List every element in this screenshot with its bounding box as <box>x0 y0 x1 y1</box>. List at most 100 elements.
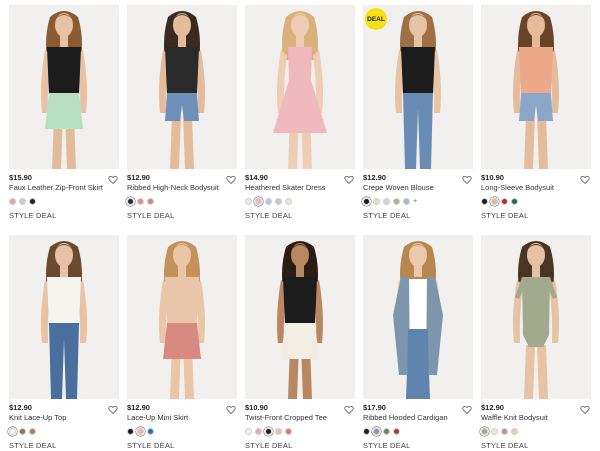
wishlist-heart-icon[interactable] <box>344 402 354 415</box>
color-swatch[interactable] <box>383 428 390 435</box>
product-title[interactable]: Long-Sleeve Bodysuit <box>481 183 591 193</box>
product-image[interactable] <box>481 235 591 399</box>
color-swatch[interactable] <box>393 198 400 205</box>
model-photo <box>513 241 559 399</box>
color-swatch[interactable] <box>29 428 36 435</box>
color-swatch[interactable] <box>491 198 498 205</box>
style-deal-label: STYLE DEAL <box>245 441 293 450</box>
garment-jeans <box>407 329 429 399</box>
wishlist-heart-icon[interactable] <box>462 402 472 415</box>
color-swatch[interactable] <box>363 198 370 205</box>
color-swatch[interactable] <box>481 428 488 435</box>
garment-top <box>47 47 81 95</box>
color-swatch[interactable] <box>245 428 252 435</box>
product-card[interactable]: $12.90 Knit Lace-Up Top STYLE DEAL <box>9 235 119 451</box>
wishlist-heart-icon[interactable] <box>580 172 590 185</box>
color-swatches <box>481 427 591 436</box>
color-swatches <box>127 427 237 436</box>
product-title[interactable]: Twist-Front Cropped Tee <box>245 413 355 423</box>
product-title[interactable]: Heathered Skater Dress <box>245 183 355 193</box>
color-swatch[interactable] <box>481 198 488 205</box>
product-info: $12.90 Waffle Knit Bodysuit STYLE DEAL <box>481 399 591 451</box>
color-swatch[interactable] <box>373 428 380 435</box>
color-swatch[interactable] <box>19 198 26 205</box>
wishlist-heart-icon[interactable] <box>580 402 590 415</box>
product-title[interactable]: Knit Lace-Up Top <box>9 413 119 423</box>
product-image[interactable] <box>9 5 119 169</box>
product-image[interactable] <box>481 5 591 169</box>
product-price: $12.90 <box>127 173 150 182</box>
color-swatch[interactable] <box>9 198 16 205</box>
color-swatch[interactable] <box>127 198 134 205</box>
color-swatch[interactable] <box>19 428 26 435</box>
color-swatch[interactable] <box>275 428 282 435</box>
product-card[interactable]: DEAL $12.90 Crepe Woven Blouse + STYLE DEAL <box>363 5 473 221</box>
wishlist-heart-icon[interactable] <box>108 402 118 415</box>
color-swatch[interactable] <box>265 428 272 435</box>
wishlist-heart-icon[interactable] <box>462 172 472 185</box>
color-swatch[interactable] <box>363 428 370 435</box>
color-swatch[interactable] <box>137 198 144 205</box>
product-price: $10.90 <box>245 403 268 412</box>
product-card[interactable]: $15.90 Faux Leather Zip-Front Skirt STYLE … <box>9 5 119 221</box>
model-photo <box>273 11 327 169</box>
product-info: $10.90 Long-Sleeve Bodysuit STYLE DEAL <box>481 169 591 221</box>
wishlist-heart-icon[interactable] <box>108 172 118 185</box>
wishlist-heart-icon[interactable] <box>344 172 354 185</box>
garment-skirt <box>45 93 83 129</box>
color-swatch[interactable] <box>373 198 380 205</box>
product-image[interactable]: DEAL <box>363 5 473 169</box>
product-image[interactable] <box>9 235 119 399</box>
color-swatch[interactable] <box>393 428 400 435</box>
product-card[interactable]: $10.90 Long-Sleeve Bodysuit STYLE DEAL <box>481 5 591 221</box>
product-title[interactable]: Lace-Up Mini Skirt <box>127 413 237 423</box>
color-swatch[interactable] <box>265 198 272 205</box>
product-card[interactable]: $17.90 Ribbed Hooded Cardigan STYLE DEAL <box>363 235 473 451</box>
product-image[interactable] <box>127 235 237 399</box>
color-swatch[interactable] <box>255 198 262 205</box>
product-card[interactable]: $12.90 Waffle Knit Bodysuit STYLE DEAL <box>481 235 591 451</box>
color-swatch[interactable] <box>285 198 292 205</box>
model-head <box>291 13 309 37</box>
color-swatch[interactable] <box>147 198 154 205</box>
color-swatch[interactable] <box>127 428 134 435</box>
color-swatch[interactable] <box>403 198 410 205</box>
garment-top <box>401 47 435 95</box>
color-swatch[interactable] <box>501 428 508 435</box>
garment-skirt <box>163 323 201 359</box>
product-title[interactable]: Crepe Woven Blouse <box>363 183 473 193</box>
product-card[interactable]: $12.90 Ribbed High-Neck Bodysuit STYLE DEA… <box>127 5 237 221</box>
wishlist-heart-icon[interactable] <box>226 402 236 415</box>
color-swatch[interactable] <box>285 428 292 435</box>
garment-cardigan-left <box>393 277 410 375</box>
product-card[interactable]: $12.90 Lace-Up Mini Skirt STYLE DEAL <box>127 235 237 451</box>
color-swatch[interactable] <box>245 198 252 205</box>
color-swatch[interactable] <box>137 428 144 435</box>
product-title[interactable]: Ribbed Hooded Cardigan <box>363 413 473 423</box>
model-head <box>173 243 191 267</box>
color-swatch[interactable] <box>9 428 16 435</box>
color-swatch[interactable] <box>275 198 282 205</box>
product-title[interactable]: Faux Leather Zip-Front Skirt <box>9 183 119 193</box>
more-colors-indicator[interactable]: + <box>413 198 417 205</box>
color-swatch[interactable] <box>147 428 154 435</box>
color-swatch[interactable] <box>29 198 36 205</box>
product-image[interactable] <box>363 235 473 399</box>
color-swatch[interactable] <box>501 198 508 205</box>
color-swatch[interactable] <box>511 198 518 205</box>
model-photo <box>395 11 441 169</box>
product-card[interactable]: $14.90 Heathered Skater Dress STYLE DEAL <box>245 5 355 221</box>
color-swatch[interactable] <box>511 428 518 435</box>
model-photo <box>41 241 87 399</box>
product-title[interactable]: Waffle Knit Bodysuit <box>481 413 591 423</box>
color-swatch[interactable] <box>255 428 262 435</box>
color-swatch[interactable] <box>383 198 390 205</box>
product-image[interactable] <box>245 235 355 399</box>
product-image[interactable] <box>127 5 237 169</box>
product-title[interactable]: Ribbed High-Neck Bodysuit <box>127 183 237 193</box>
product-image[interactable] <box>245 5 355 169</box>
product-card[interactable]: $10.90 Twist-Front Cropped Tee STYLE DEAL <box>245 235 355 451</box>
color-swatches: + <box>363 197 473 206</box>
wishlist-heart-icon[interactable] <box>226 172 236 185</box>
color-swatch[interactable] <box>491 428 498 435</box>
